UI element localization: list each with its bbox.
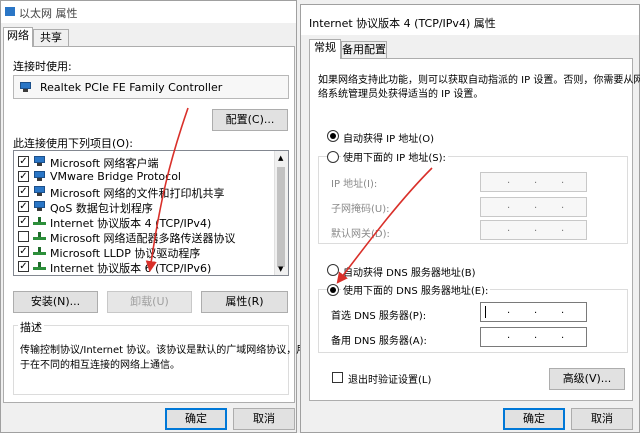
window-icon (5, 7, 15, 16)
scroll-up-icon[interactable]: ▲ (278, 154, 283, 162)
network-client-icon (33, 171, 46, 181)
advanced-button[interactable]: 高级(V)... (549, 368, 625, 390)
default-gateway-input[interactable]: ... (480, 220, 587, 240)
ipv4-properties-window: Internet 协议版本 4 (TCP/IPv4) 属性 常规 备用配置 如果… (300, 4, 640, 433)
window-title: 以太网 属性 (19, 7, 78, 20)
network-client-icon (33, 201, 46, 211)
item-checkbox[interactable]: ✓ (18, 246, 29, 257)
item-checkbox[interactable]: ✓ (18, 171, 29, 182)
configure-button[interactable]: 配置(C)... (212, 109, 288, 131)
network-tab-panel: 连接时使用: Realtek PCIe FE Family Controller… (3, 46, 306, 403)
protocol-icon (33, 261, 46, 271)
connect-using-label: 连接时使用: (13, 60, 72, 73)
intro-line-2: 络系统管理员处获得适当的 IP 设置。 (318, 89, 484, 100)
item-checkbox[interactable]: ✓ (18, 201, 29, 212)
preferred-dns-label: 首选 DNS 服务器(P): (331, 311, 427, 322)
intro-line-1: 如果网络支持此功能，则可以获取自动指派的 IP 设置。否则，你需要从网 (318, 75, 640, 86)
auto-ip-radio[interactable] (327, 130, 339, 142)
item-checkbox[interactable]: ✓ (18, 261, 29, 272)
auto-ip-label: 自动获得 IP 地址(O) (343, 134, 435, 145)
list-item[interactable]: ✓ VMware Bridge Protocol (14, 169, 276, 184)
cancel-button[interactable]: 取消 (571, 408, 633, 430)
item-checkbox[interactable]: ✓ (18, 186, 29, 197)
list-item[interactable]: ✓ Internet 协议版本 6 (TCP/IPv6) (14, 259, 276, 275)
description-label: 描述 (18, 319, 44, 335)
validate-label: 退出时验证设置(L) (348, 375, 432, 386)
ip-address-label: IP 地址(I): (331, 179, 378, 190)
item-checkbox[interactable]: ✓ (18, 156, 29, 167)
items-label: 此连接使用下列项目(O): (13, 137, 133, 150)
validate-checkbox[interactable] (332, 372, 343, 383)
description-line-1: 传输控制协议/Internet 协议。该协议是默认的广域网络协议，用 (20, 345, 307, 356)
manual-dns-radio[interactable] (327, 284, 339, 296)
protocol-icon (33, 246, 46, 256)
text-cursor (485, 306, 486, 318)
items-list[interactable]: ✓ Microsoft 网络客户端 ✓ VMware Bridge Protoc… (13, 150, 289, 276)
window-title: Internet 协议版本 4 (TCP/IPv4) 属性 (309, 17, 496, 30)
ip-address-input[interactable]: ... (480, 172, 587, 192)
protocol-icon (33, 216, 46, 226)
subnet-mask-label: 子网掩码(U): (331, 204, 390, 215)
item-checkbox[interactable] (18, 231, 29, 242)
auto-dns-radio[interactable] (327, 264, 339, 276)
ethernet-properties-window: 以太网 属性 网络 共享 连接时使用: Realtek PCIe FE Fami… (0, 0, 306, 433)
title-bar[interactable]: Internet 协议版本 4 (TCP/IPv4) 属性 (301, 5, 639, 35)
manual-dns-group: 使用下面的 DNS 服务器地址(E): 首选 DNS 服务器(P): ... 备… (318, 282, 628, 353)
description-line-2: 于在不同的相互连接的网络上通信。 (20, 360, 180, 371)
scroll-down-icon[interactable]: ▼ (278, 265, 283, 273)
alternate-dns-input[interactable]: ... (480, 327, 587, 347)
scrollbar-thumb[interactable] (277, 167, 285, 267)
auto-dns-label: 自动获得 DNS 服务器地址(B) (343, 268, 476, 279)
description-group: 描述 传输控制协议/Internet 协议。该协议是默认的广域网络协议，用 于在… (13, 319, 306, 395)
tab-general[interactable]: 常规 (309, 39, 341, 59)
uninstall-button[interactable]: 卸载(U) (107, 291, 192, 313)
preferred-dns-input[interactable]: ... (480, 302, 587, 322)
manual-ip-radio[interactable] (327, 151, 339, 163)
tab-alternate-config[interactable]: 备用配置 (341, 41, 387, 59)
list-item[interactable]: ✓ Microsoft 网络的文件和打印机共享 (14, 184, 276, 200)
adapter-name: Realtek PCIe FE Family Controller (40, 81, 223, 94)
ok-button[interactable]: 确定 (503, 408, 565, 430)
item-label: VMware Bridge Protocol (50, 170, 181, 183)
list-item[interactable]: ✓ Internet 协议版本 4 (TCP/IPv4) (14, 214, 276, 230)
ok-button[interactable]: 确定 (165, 408, 227, 430)
default-gateway-label: 默认网关(D): (331, 229, 390, 240)
item-checkbox[interactable]: ✓ (18, 216, 29, 227)
tab-network[interactable]: 网络 (3, 27, 33, 47)
subnet-mask-input[interactable]: ... (480, 197, 587, 217)
tab-sharing[interactable]: 共享 (33, 29, 69, 47)
manual-dns-label: 使用下面的 DNS 服务器地址(E): (341, 282, 491, 297)
list-item[interactable]: ✓ Microsoft LLDP 协议驱动程序 (14, 244, 276, 260)
alternate-dns-label: 备用 DNS 服务器(A): (331, 336, 427, 347)
list-scrollbar[interactable]: ▲ ▼ (274, 151, 288, 275)
list-item[interactable]: ✓ QoS 数据包计划程序 (14, 199, 276, 215)
network-client-icon (33, 186, 46, 196)
list-item[interactable]: Microsoft 网络适配器多路传送器协议 (14, 229, 276, 245)
network-client-icon (33, 156, 46, 166)
manual-ip-label: 使用下面的 IP 地址(S): (341, 149, 448, 164)
general-tab-panel: 如果网络支持此功能，则可以获取自动指派的 IP 设置。否则，你需要从网 络系统管… (309, 58, 640, 401)
network-adapter-icon (19, 82, 32, 92)
manual-ip-group: 使用下面的 IP 地址(S): IP 地址(I): ... 子网掩码(U): .… (318, 149, 628, 244)
list-item[interactable]: ✓ Microsoft 网络客户端 (14, 154, 276, 170)
protocol-icon (33, 231, 46, 241)
item-label: Internet 协议版本 6 (TCP/IPv6) (50, 262, 212, 275)
cancel-button[interactable]: 取消 (233, 408, 295, 430)
adapter-box: Realtek PCIe FE Family Controller (13, 75, 289, 99)
properties-button[interactable]: 属性(R) (201, 291, 288, 313)
title-bar[interactable]: 以太网 属性 (1, 1, 296, 23)
install-button[interactable]: 安装(N)... (13, 291, 98, 313)
